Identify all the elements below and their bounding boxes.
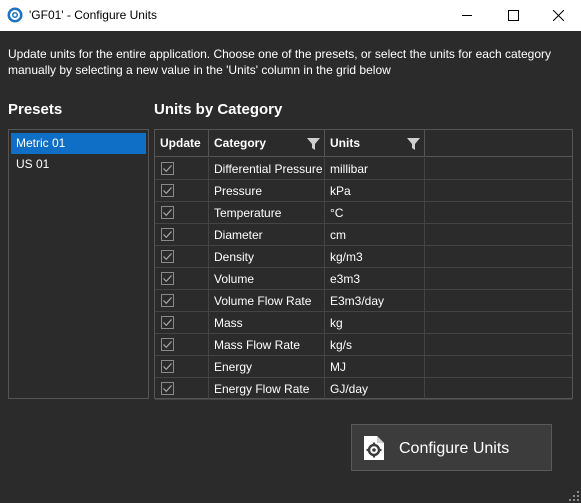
maximize-icon xyxy=(507,10,519,21)
update-cell xyxy=(155,224,209,246)
close-button[interactable] xyxy=(535,0,581,31)
minimize-icon xyxy=(461,15,472,16)
column-header-units-label: Units xyxy=(330,136,360,150)
category-cell: Diameter xyxy=(209,224,325,246)
units-cell[interactable]: °C xyxy=(325,202,425,224)
update-cell xyxy=(155,246,209,268)
minimize-button[interactable] xyxy=(444,0,490,31)
category-cell: Differential Pressure xyxy=(209,158,325,180)
table-row[interactable]: Pressure kPa xyxy=(155,180,572,202)
units-cell[interactable]: millibar xyxy=(325,158,425,180)
update-checkbox[interactable] xyxy=(161,294,174,307)
update-cell xyxy=(155,180,209,202)
column-header-units[interactable]: Units xyxy=(325,130,425,157)
checkmark-icon xyxy=(163,165,172,173)
units-cell[interactable]: kg xyxy=(325,312,425,334)
checkmark-icon xyxy=(163,275,172,283)
update-checkbox[interactable] xyxy=(161,184,174,197)
update-checkbox[interactable] xyxy=(161,162,174,175)
checkmark-icon xyxy=(163,231,172,239)
category-cell: Density xyxy=(209,246,325,268)
resize-grip-icon[interactable] xyxy=(568,490,580,502)
table-row[interactable]: Density kg/m3 xyxy=(155,246,572,268)
category-cell: Energy Flow Rate xyxy=(209,378,325,400)
units-cell[interactable]: GJ/day xyxy=(325,378,425,400)
update-checkbox[interactable] xyxy=(161,360,174,373)
category-cell: Energy xyxy=(209,356,325,378)
units-cell[interactable]: kPa xyxy=(325,180,425,202)
app-gear-icon xyxy=(7,7,23,23)
table-row[interactable]: Mass kg xyxy=(155,312,572,334)
update-cell xyxy=(155,312,209,334)
preset-item-metric-01[interactable]: Metric 01 xyxy=(11,133,146,154)
gear-document-icon xyxy=(364,436,384,460)
checkmark-icon xyxy=(163,253,172,261)
update-checkbox[interactable] xyxy=(161,382,174,395)
checkmark-icon xyxy=(163,385,172,393)
category-cell: Volume xyxy=(209,268,325,290)
presets-heading: Presets xyxy=(8,101,63,118)
update-cell xyxy=(155,356,209,378)
configure-units-button[interactable]: Configure Units xyxy=(351,424,552,471)
presets-list[interactable]: Metric 01 US 01 xyxy=(8,129,149,399)
units-by-category-heading: Units by Category xyxy=(154,101,283,118)
update-checkbox[interactable] xyxy=(161,228,174,241)
update-cell xyxy=(155,378,209,400)
checkmark-icon xyxy=(163,341,172,349)
units-cell[interactable]: kg/m3 xyxy=(325,246,425,268)
units-grid[interactable]: Update Category Units Differential Press… xyxy=(154,129,573,400)
table-row[interactable]: Volume Flow Rate E3m3/day xyxy=(155,290,572,312)
update-checkbox[interactable] xyxy=(161,250,174,263)
checkmark-icon xyxy=(163,319,172,327)
checkmark-icon xyxy=(163,297,172,305)
table-row[interactable]: Temperature °C xyxy=(155,202,572,224)
checkmark-icon xyxy=(163,187,172,195)
checkmark-icon xyxy=(163,363,172,371)
title-bar[interactable]: 'GF01' - Configure Units xyxy=(0,0,581,31)
grid-header: Update Category Units xyxy=(155,130,572,157)
table-row[interactable]: Energy Flow Rate GJ/day xyxy=(155,378,572,400)
table-row[interactable]: Volume e3m3 xyxy=(155,268,572,290)
update-checkbox[interactable] xyxy=(161,316,174,329)
maximize-button[interactable] xyxy=(490,0,536,31)
units-cell[interactable]: E3m3/day xyxy=(325,290,425,312)
table-row[interactable]: Mass Flow Rate kg/s xyxy=(155,334,572,356)
units-cell[interactable]: e3m3 xyxy=(325,268,425,290)
preset-item-us-01[interactable]: US 01 xyxy=(11,154,146,175)
table-row[interactable]: Energy MJ xyxy=(155,356,572,378)
category-cell: Mass xyxy=(209,312,325,334)
update-cell xyxy=(155,268,209,290)
configure-units-label: Configure Units xyxy=(399,440,510,457)
update-cell xyxy=(155,202,209,224)
column-header-category[interactable]: Category xyxy=(209,130,325,157)
table-row[interactable]: Diameter cm xyxy=(155,224,572,246)
close-icon xyxy=(552,10,564,21)
update-cell xyxy=(155,290,209,312)
units-cell[interactable]: kg/s xyxy=(325,334,425,356)
update-cell xyxy=(155,158,209,180)
category-cell: Temperature xyxy=(209,202,325,224)
window-title: 'GF01' - Configure Units xyxy=(29,8,157,22)
column-header-category-label: Category xyxy=(214,136,267,150)
table-row[interactable]: Differential Pressure millibar xyxy=(155,158,572,180)
category-cell: Pressure xyxy=(209,180,325,202)
category-filter-icon[interactable] xyxy=(307,138,320,150)
update-checkbox[interactable] xyxy=(161,338,174,351)
category-cell: Volume Flow Rate xyxy=(209,290,325,312)
description-text: Update units for the entire application.… xyxy=(8,47,551,77)
update-cell xyxy=(155,334,209,356)
update-checkbox[interactable] xyxy=(161,272,174,285)
column-header-update[interactable]: Update xyxy=(155,130,209,157)
units-filter-icon[interactable] xyxy=(407,138,420,150)
units-cell[interactable]: MJ xyxy=(325,356,425,378)
update-checkbox[interactable] xyxy=(161,206,174,219)
units-cell[interactable]: cm xyxy=(325,224,425,246)
checkmark-icon xyxy=(163,209,172,217)
category-cell: Mass Flow Rate xyxy=(209,334,325,356)
